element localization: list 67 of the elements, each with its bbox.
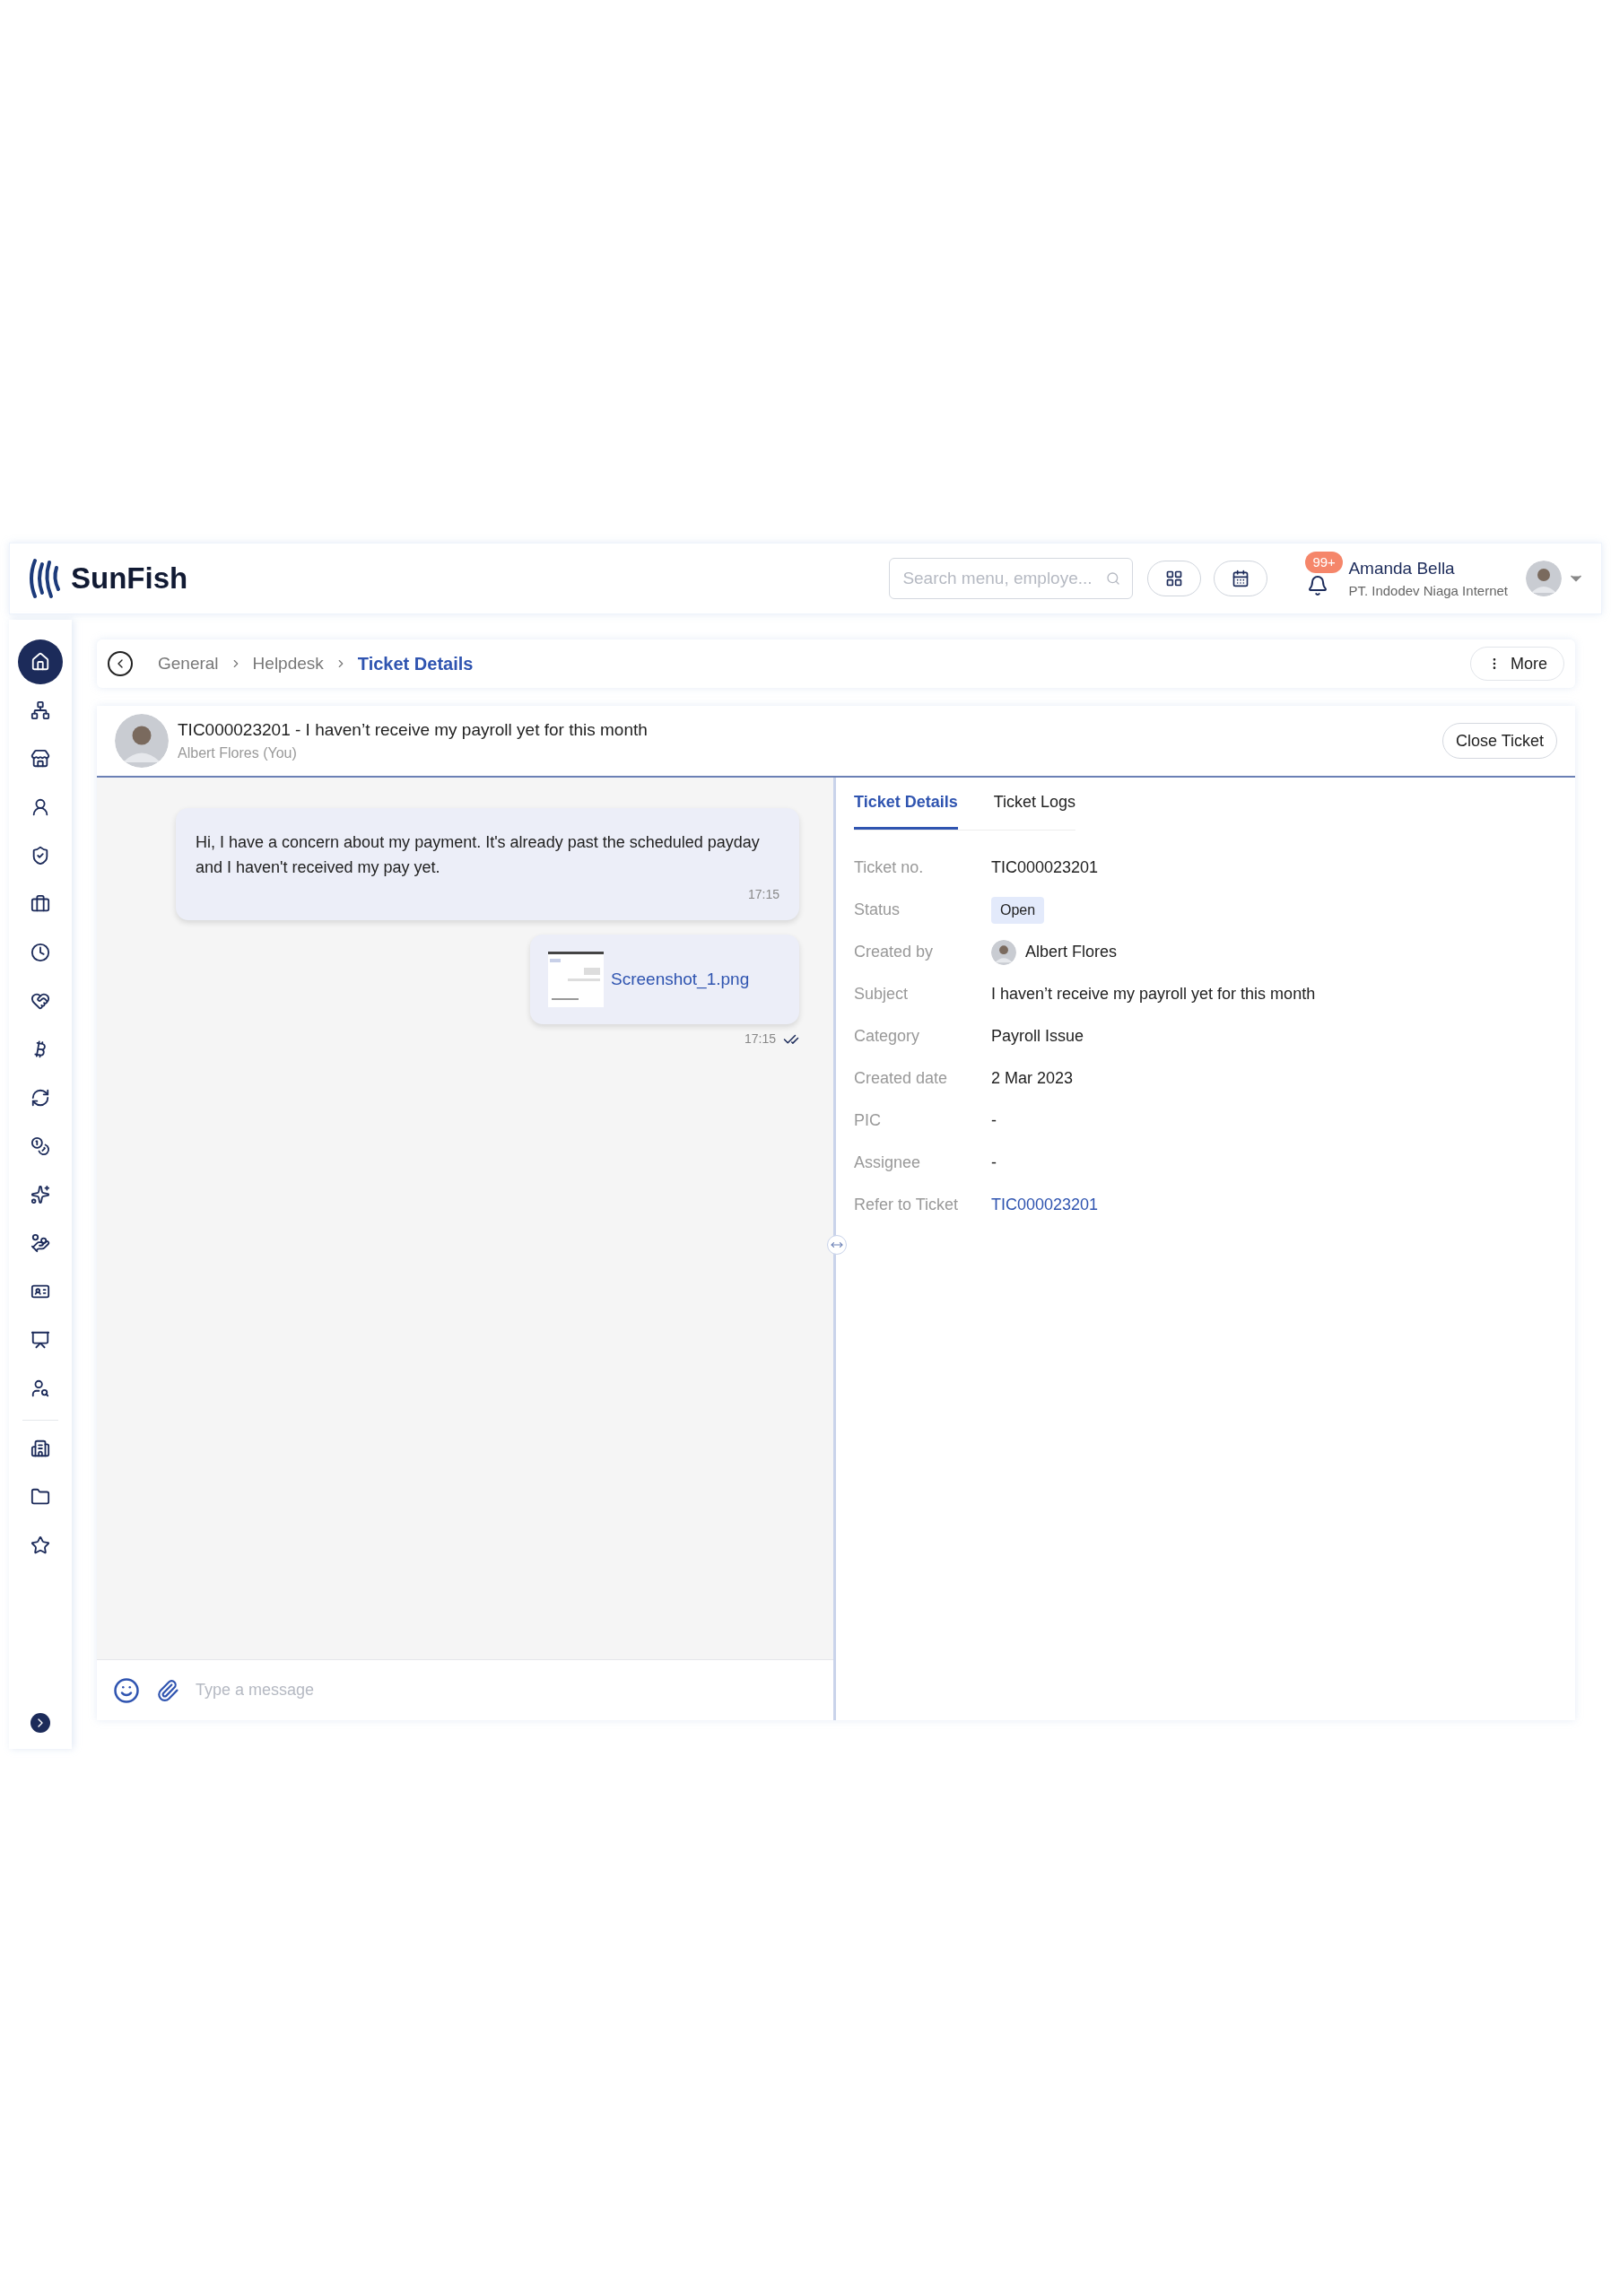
detail-value: -: [991, 1110, 997, 1131]
detail-label: Created by: [854, 942, 935, 962]
detail-label: Category: [854, 1026, 921, 1047]
bell-icon[interactable]: [1307, 575, 1329, 596]
calendar-icon: [1232, 570, 1250, 587]
attachment-link[interactable]: Screenshot_1.png: [611, 966, 750, 993]
logo-text: SunFish: [71, 561, 188, 597]
search-field[interactable]: Search menu, employe...: [889, 558, 1134, 599]
message-input[interactable]: Type a message: [196, 1678, 817, 1702]
search-icon: [1106, 571, 1121, 586]
detail-label: Status: [854, 900, 901, 920]
presentation-icon: [30, 1330, 50, 1350]
detail-label: Assignee: [854, 1152, 922, 1173]
detail-label: Ticket no.: [854, 857, 925, 878]
breadcrumb-link[interactable]: Helpdesk: [252, 650, 324, 677]
screenshot-thumbnail: [548, 952, 604, 1007]
user-avatar: [1526, 561, 1562, 596]
attachment-bubble[interactable]: Screenshot_1.png: [530, 935, 799, 1024]
star-icon: [30, 1535, 50, 1555]
detail-value: Albert Flores: [1025, 942, 1118, 962]
hand-coins-icon: [30, 1233, 50, 1253]
detail-value: I haven’t receive my payroll yet for this month: [991, 984, 1316, 1004]
grid-icon: [1165, 570, 1184, 587]
notification-badge: 99+: [1305, 552, 1343, 573]
resize-handle[interactable]: [827, 1235, 847, 1255]
user-company: PT. Indodev Niaga Internet: [1348, 582, 1508, 600]
tab[interactable]: Ticket Logs: [993, 790, 1076, 830]
breadcrumb-link[interactable]: General: [158, 650, 219, 677]
heart-handshake-icon: [30, 991, 50, 1011]
message-text: Hi, I have a concern about my payment. It's already past the scheduled payday and I haven't received my pay yet.: [196, 832, 761, 878]
hierarchy-icon: [30, 700, 50, 720]
home-icon: [30, 652, 50, 672]
briefcase-icon: [30, 894, 50, 914]
status-badge: Open: [991, 896, 1045, 924]
folder-icon: [30, 1487, 50, 1507]
sidebar-item[interactable]: [18, 639, 63, 684]
user-name: Amanda Bella: [1348, 557, 1456, 579]
breadcrumb-link[interactable]: Ticket Details: [357, 650, 474, 677]
attachment-icon[interactable]: [156, 1678, 179, 1702]
detail-value: Payroll Issue: [991, 1026, 1084, 1047]
ticket-link[interactable]: TIC000023201: [991, 1193, 1099, 1217]
back-button[interactable]: [108, 651, 133, 676]
message-time: 17:15: [747, 886, 779, 903]
expand-button[interactable]: [30, 1713, 50, 1733]
sparkle-icon: [30, 1185, 50, 1205]
message-time: 17:15: [744, 1031, 776, 1048]
detail-value: TIC000023201: [991, 857, 1099, 878]
emoji-icon[interactable]: [113, 1676, 140, 1704]
clock-icon: [30, 943, 50, 962]
detail-value: 2 Mar 2023: [991, 1068, 1074, 1089]
shield-icon: [30, 846, 50, 865]
building-icon: [30, 1439, 50, 1458]
store-icon: [30, 749, 50, 769]
detail-label: Refer to Ticket: [854, 1195, 960, 1215]
detail-label: Created date: [854, 1068, 949, 1089]
refresh-icon: [30, 1088, 50, 1108]
tab[interactable]: Ticket Details: [854, 790, 958, 830]
detail-value: -: [991, 1152, 997, 1173]
creator-avatar: [991, 939, 1016, 965]
user-icon: [30, 797, 50, 817]
user-search-icon: [30, 1378, 50, 1398]
ticket-author: Albert Flores (You): [178, 744, 298, 763]
ticket-title: TIC000023201 - I haven’t receive my payroll yet for this month: [178, 718, 648, 741]
detail-label: Subject: [854, 984, 910, 1004]
detail-label: PIC: [854, 1110, 882, 1131]
coins-icon: [30, 1136, 50, 1156]
author-avatar: [115, 714, 169, 768]
